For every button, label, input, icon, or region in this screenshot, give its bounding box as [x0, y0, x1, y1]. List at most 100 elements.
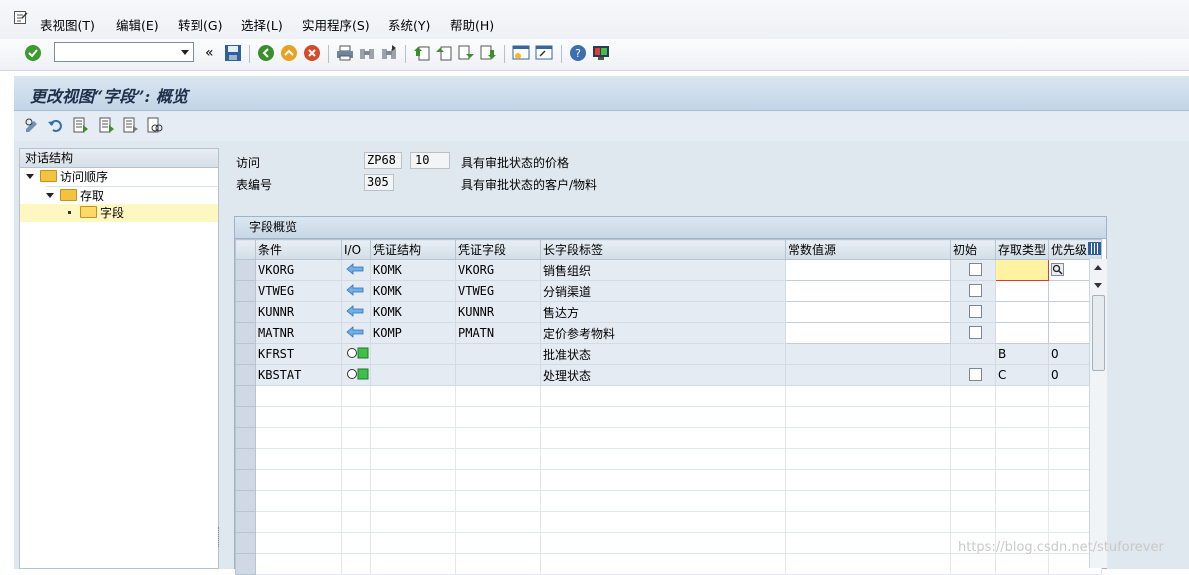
- shortcut-icon[interactable]: [535, 44, 553, 62]
- row-selector[interactable]: [235, 364, 256, 386]
- cell-access-type[interactable]: B: [995, 343, 1049, 365]
- menu-goto[interactable]: 转到(G): [178, 15, 222, 34]
- cell-initial: [950, 301, 996, 323]
- select-all-icon[interactable]: [146, 117, 163, 134]
- cell-access-type[interactable]: [995, 259, 1049, 281]
- row-selector[interactable]: [235, 301, 256, 323]
- col-constant-source[interactable]: 常数值源: [785, 239, 951, 260]
- undo-icon[interactable]: [47, 117, 64, 134]
- row-selector[interactable]: [235, 406, 256, 428]
- scroll-down-icon[interactable]: [1094, 283, 1102, 288]
- next-page-icon[interactable]: [457, 44, 475, 62]
- cell-access-type[interactable]: [995, 301, 1049, 323]
- cell-constant-source[interactable]: [785, 301, 951, 323]
- new-entries-icon[interactable]: [72, 117, 89, 134]
- table-row: KFRST 批准状态 B 0: [235, 343, 1103, 365]
- watermark: https://blog.csdn.net/stuforever: [958, 540, 1164, 555]
- chevron-down-icon[interactable]: [181, 50, 189, 55]
- column-settings-icon[interactable]: [1088, 242, 1101, 255]
- help-icon[interactable]: ?: [569, 44, 587, 62]
- vertical-scrollbar[interactable]: [1089, 259, 1107, 568]
- find-icon[interactable]: [358, 44, 376, 62]
- row-selector[interactable]: [235, 280, 256, 302]
- copy-as-icon[interactable]: [98, 117, 115, 134]
- cell-access-type[interactable]: C: [995, 364, 1049, 386]
- cell-constant-source[interactable]: [785, 259, 951, 281]
- col-long-label[interactable]: 长字段标签: [540, 239, 786, 260]
- menu-table-view[interactable]: 表视图(T): [40, 15, 95, 34]
- menu-icon[interactable]: [14, 11, 28, 25]
- expand-icon[interactable]: [26, 174, 34, 179]
- row-selector[interactable]: [235, 427, 256, 449]
- row-selector[interactable]: [235, 259, 256, 281]
- previous-page-icon[interactable]: [435, 44, 453, 62]
- row-selector[interactable]: [235, 448, 256, 470]
- row-selector[interactable]: [235, 511, 256, 533]
- back-icon[interactable]: [257, 44, 275, 62]
- row-selector[interactable]: [235, 343, 256, 365]
- col-priority[interactable]: 优先级: [1047, 239, 1103, 260]
- empty-cell: [540, 511, 786, 533]
- tree-node-access[interactable]: 存取: [46, 186, 218, 205]
- search-help-icon[interactable]: [1051, 263, 1064, 276]
- scroll-up-icon[interactable]: [1094, 265, 1102, 270]
- constant-source-icon: [347, 368, 369, 380]
- row-selector[interactable]: [235, 553, 256, 575]
- initial-checkbox[interactable]: [969, 305, 982, 318]
- empty-cell: [785, 469, 951, 491]
- menu-system[interactable]: 系统(Y): [388, 15, 430, 34]
- col-doc-field[interactable]: 凭证字段: [455, 239, 541, 260]
- menu-edit[interactable]: 编辑(E): [116, 15, 159, 34]
- first-page-icon[interactable]: [413, 44, 431, 62]
- row-selector[interactable]: [235, 385, 256, 407]
- initial-checkbox[interactable]: [969, 368, 982, 381]
- empty-cell: [785, 448, 951, 470]
- cell-access-type[interactable]: [995, 322, 1049, 344]
- col-access-type[interactable]: 存取类型: [995, 239, 1049, 260]
- enter-check-icon[interactable]: [24, 44, 42, 62]
- cell-initial: [950, 259, 996, 281]
- empty-cell: [540, 469, 786, 491]
- menu-selection[interactable]: 选择(L): [241, 15, 283, 34]
- exit-icon[interactable]: [280, 44, 298, 62]
- empty-cell: [540, 532, 786, 554]
- cell-constant-source[interactable]: [785, 280, 951, 302]
- initial-checkbox[interactable]: [969, 263, 982, 276]
- delete-icon[interactable]: [122, 117, 139, 134]
- command-field[interactable]: [54, 42, 194, 62]
- row-selector[interactable]: [235, 532, 256, 554]
- row-selector[interactable]: [235, 469, 256, 491]
- cell-access-type[interactable]: [995, 280, 1049, 302]
- splitter-handle[interactable]: [218, 527, 221, 547]
- menu-help[interactable]: 帮助(H): [450, 15, 494, 34]
- empty-cell: [370, 427, 456, 449]
- collapse-icon[interactable]: «: [205, 45, 214, 61]
- scrollbar-thumb[interactable]: [1092, 295, 1105, 371]
- expand-icon[interactable]: [46, 193, 54, 198]
- table-row: VTWEG KOMK VTWEG 分销渠道: [235, 280, 1103, 302]
- col-initial[interactable]: 初始: [950, 239, 996, 260]
- row-selector[interactable]: [235, 322, 256, 344]
- find-next-icon[interactable]: [380, 44, 398, 62]
- print-icon[interactable]: [336, 44, 354, 62]
- save-icon[interactable]: [224, 44, 242, 62]
- empty-cell: [540, 385, 786, 407]
- cell-long-label: 销售组织: [540, 259, 786, 281]
- display-change-icon[interactable]: [24, 117, 41, 134]
- tree-node-access-sequence[interactable]: 访问顺序: [26, 168, 108, 186]
- row-selector-header[interactable]: [235, 239, 256, 260]
- create-session-icon[interactable]: [512, 44, 530, 62]
- col-condition[interactable]: 条件: [255, 239, 342, 260]
- tree-node-fields[interactable]: 字段: [20, 204, 218, 222]
- cancel-icon[interactable]: [303, 44, 321, 62]
- layout-icon[interactable]: [592, 44, 610, 62]
- initial-checkbox[interactable]: [969, 284, 982, 297]
- col-doc-structure[interactable]: 凭证结构: [370, 239, 456, 260]
- col-io[interactable]: I/O: [341, 239, 371, 260]
- menu-utilities[interactable]: 实用程序(S): [302, 15, 370, 34]
- cell-constant-source[interactable]: [785, 322, 951, 344]
- fields-table: 条件 I/O 凭证结构 凭证字段 长字段标签 常数值源 初始 存取类型 优先级 …: [235, 239, 1103, 575]
- last-page-icon[interactable]: [479, 44, 497, 62]
- initial-checkbox[interactable]: [969, 326, 982, 339]
- row-selector[interactable]: [235, 490, 256, 512]
